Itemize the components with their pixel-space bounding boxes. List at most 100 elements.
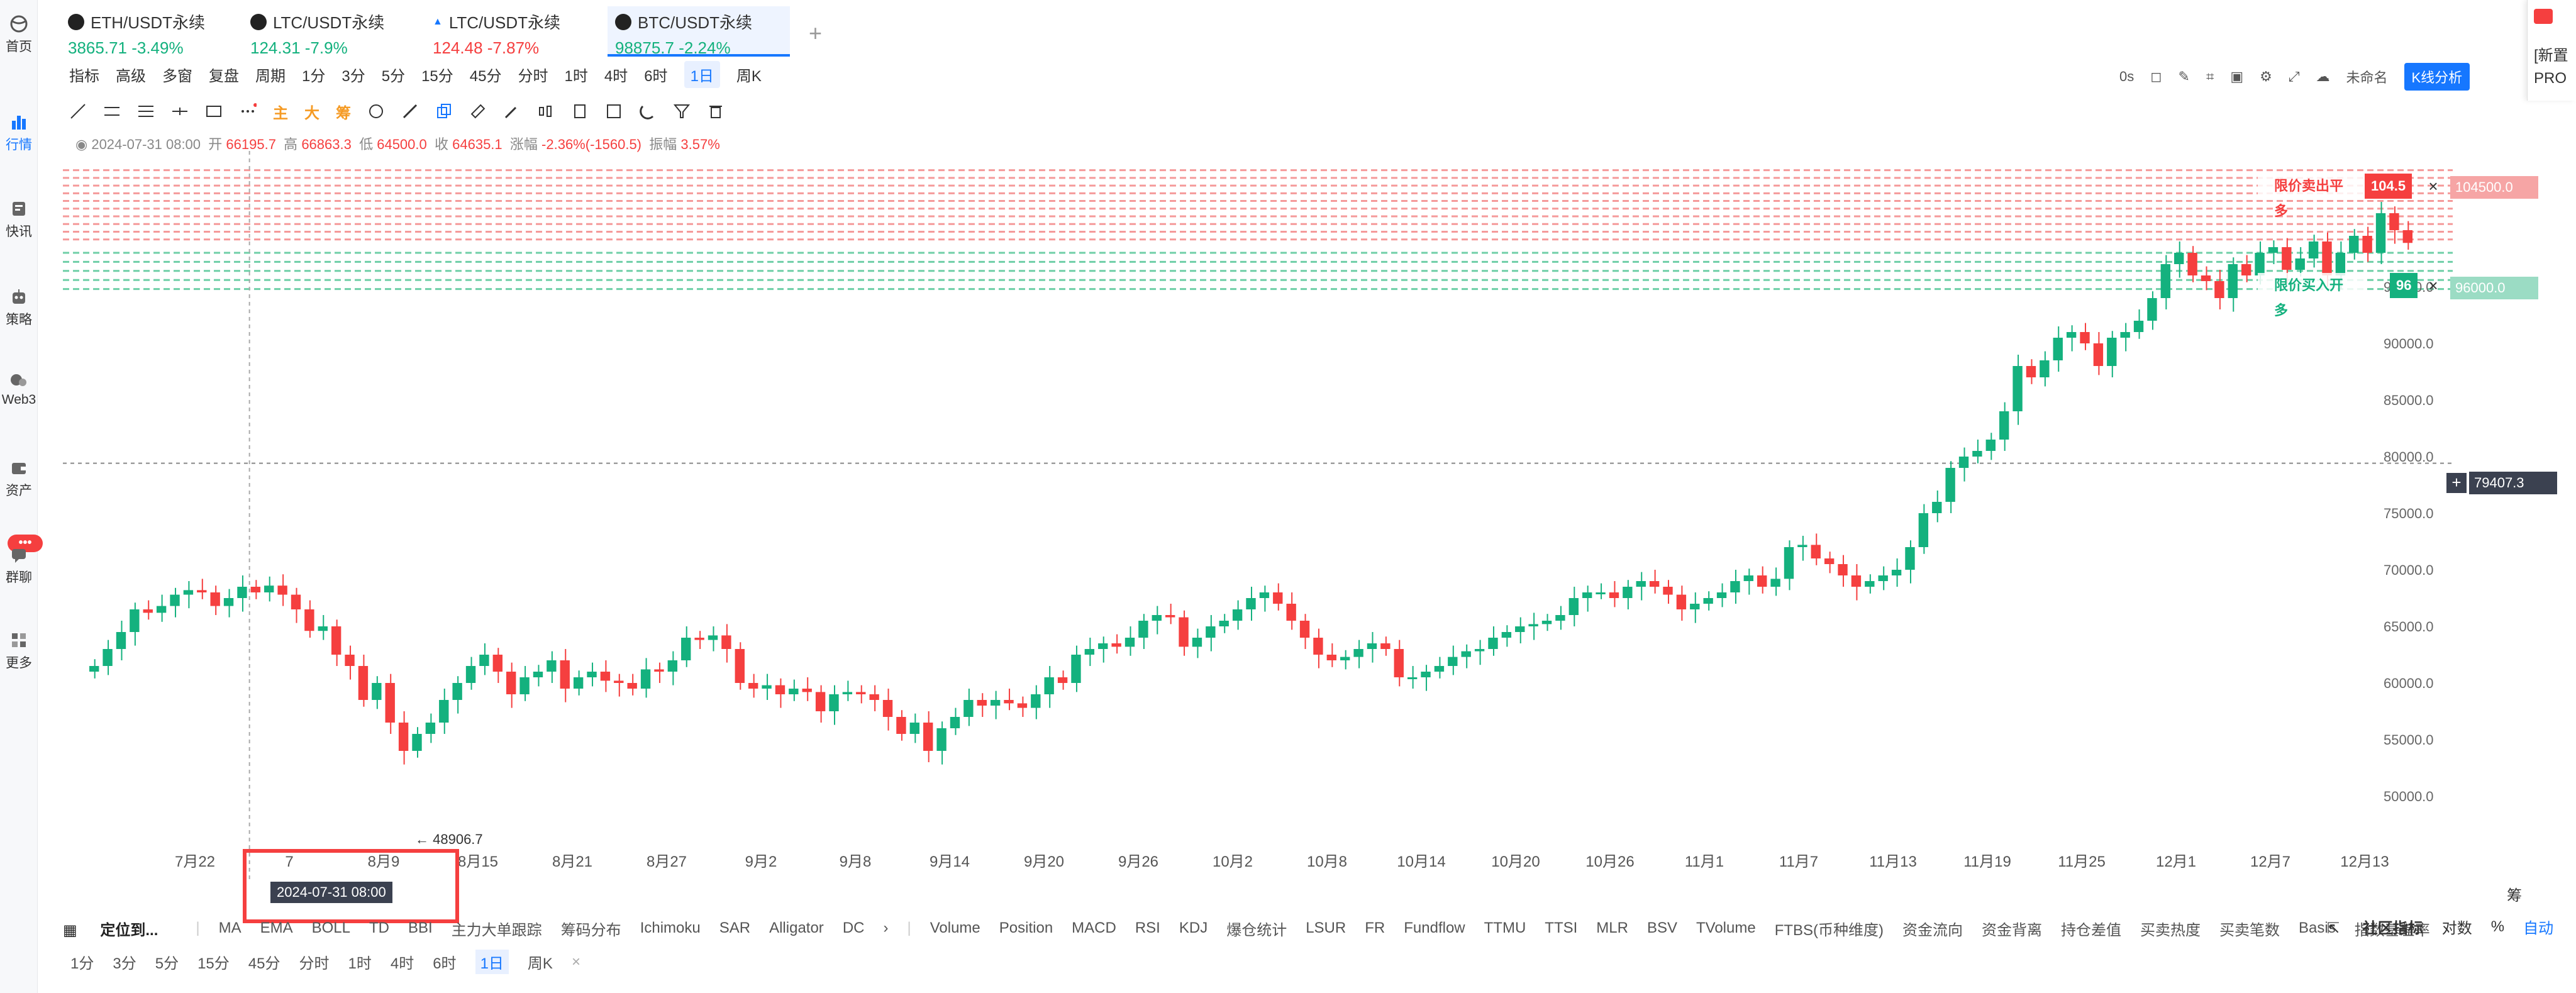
- ruler-icon[interactable]: [469, 103, 487, 120]
- unnamed-layout[interactable]: 未命名: [2346, 67, 2387, 87]
- sub-indicator[interactable]: LSUR: [1306, 919, 1346, 937]
- sub-indicator[interactable]: TVolume: [1696, 919, 1756, 937]
- toolbar-item[interactable]: 周期: [255, 64, 286, 86]
- add-tab-button[interactable]: +: [809, 20, 822, 47]
- sidebar-item-home[interactable]: 首页: [0, 15, 38, 55]
- big-toggle[interactable]: 大: [304, 101, 319, 123]
- sub-indicator[interactable]: MACD: [1072, 919, 1116, 937]
- channel-tool-icon[interactable]: [137, 103, 155, 120]
- sub-indicator[interactable]: KDJ: [1179, 919, 1208, 937]
- period-item[interactable]: 1分: [70, 951, 94, 973]
- sub-indicator[interactable]: 持仓差值: [2061, 918, 2121, 940]
- sub-indicator[interactable]: TTSI: [1545, 919, 1577, 937]
- eraser-icon[interactable]: [401, 103, 419, 120]
- toolbar-item[interactable]: 高级: [116, 64, 146, 86]
- sidebar-item-market[interactable]: 行情: [0, 113, 38, 153]
- main-indicator[interactable]: Alligator: [769, 919, 824, 937]
- sidebar-item-chat[interactable]: 群聊: [0, 546, 38, 586]
- period-item-selected[interactable]: 1日: [475, 950, 509, 974]
- edit-icon[interactable]: [605, 103, 623, 120]
- clipboard-icon[interactable]: [571, 103, 589, 120]
- sidebar-item-more[interactable]: 更多: [0, 631, 38, 672]
- sub-indicator[interactable]: FTBS(币种维度): [1775, 918, 1884, 940]
- main-indicator[interactable]: Ichimoku: [640, 919, 701, 937]
- candlestick-chart[interactable]: 50000.0 55000.0 60000.0 65000.0 70000.0 75000…: [63, 151, 2465, 880]
- toolbar-item[interactable]: 周K: [736, 64, 762, 86]
- settings-icon[interactable]: ⚙: [2260, 69, 2272, 85]
- cloud-icon[interactable]: ☁: [2316, 69, 2329, 85]
- community-indicator-button[interactable]: ⇱ 社区指标: [2327, 916, 2423, 938]
- chevron-right-icon[interactable]: ›: [883, 919, 888, 937]
- auto-toggle[interactable]: 自动: [2523, 916, 2553, 938]
- sub-indicator[interactable]: RSI: [1135, 919, 1160, 937]
- sub-indicator[interactable]: 资金背离: [1982, 918, 2042, 940]
- kline-analysis-button[interactable]: K线分析: [2404, 63, 2470, 91]
- toolbar-item[interactable]: 5分: [382, 64, 405, 86]
- cross-tool-icon[interactable]: [171, 103, 189, 120]
- sub-indicator[interactable]: Position: [999, 919, 1053, 937]
- toolbar-item-selected[interactable]: 1日: [684, 60, 720, 88]
- rect-tool-icon[interactable]: [205, 103, 223, 120]
- camera-icon[interactable]: ◻: [2150, 69, 2162, 85]
- candles-icon[interactable]: [537, 103, 555, 120]
- locate-button[interactable]: ▦ 定位到...: [63, 918, 177, 940]
- sidebar-item-strategy[interactable]: 策略: [0, 288, 38, 328]
- main-indicator[interactable]: TD: [369, 919, 389, 937]
- toolbar-item[interactable]: 1时: [564, 64, 587, 86]
- toolbar-item[interactable]: 15分: [421, 64, 453, 86]
- main-indicator[interactable]: SAR: [719, 919, 750, 937]
- period-item[interactable]: 周K: [528, 951, 553, 973]
- tab-ltc-1[interactable]: LTC/USDT永续 124.31 -7.9%: [243, 6, 419, 57]
- eye-icon[interactable]: ◉: [75, 136, 87, 152]
- fullscreen-icon[interactable]: ⤢: [2289, 69, 2300, 85]
- line-tool-icon[interactable]: [69, 103, 87, 120]
- hline-tool-icon[interactable]: [103, 103, 121, 120]
- percent-toggle[interactable]: %: [2491, 918, 2504, 936]
- toolbar-item[interactable]: 6时: [644, 64, 667, 86]
- main-indicator[interactable]: EMA: [260, 919, 293, 937]
- main-toggle[interactable]: 主: [273, 101, 288, 123]
- main-indicator[interactable]: BOLL: [312, 919, 350, 937]
- close-icon[interactable]: ×: [572, 953, 580, 971]
- refresh-icon[interactable]: [367, 103, 385, 120]
- sidebar-item-web3[interactable]: Web3: [0, 371, 38, 408]
- tab-eth[interactable]: ETH/USDT永续 3865.71 -3.49%: [60, 6, 236, 57]
- save-icon[interactable]: ▣: [2230, 69, 2243, 85]
- sub-indicator[interactable]: FR: [1365, 919, 1385, 937]
- copy-icon[interactable]: [435, 103, 453, 120]
- zero-s-label[interactable]: 0s: [2119, 69, 2134, 85]
- toolbar-item[interactable]: 指标: [69, 64, 99, 86]
- main-indicator[interactable]: BBI: [408, 919, 433, 937]
- toolbar-item[interactable]: 复盘: [209, 64, 239, 86]
- toolbar-item[interactable]: 分时: [518, 64, 548, 86]
- period-item[interactable]: 1时: [348, 951, 371, 973]
- sub-indicator[interactable]: 资金流向: [1902, 918, 1963, 940]
- period-item[interactable]: 5分: [155, 951, 179, 973]
- sub-indicator[interactable]: 买卖热度: [2140, 918, 2201, 940]
- sub-indicator[interactable]: BSV: [1647, 919, 1677, 937]
- toolbar-item[interactable]: 3分: [341, 64, 365, 86]
- toolbar-item[interactable]: 1分: [302, 64, 325, 86]
- close-icon[interactable]: ×: [2423, 273, 2444, 298]
- period-item[interactable]: 6时: [433, 951, 456, 973]
- sub-indicator[interactable]: 爆仓统计: [1226, 918, 1287, 940]
- chip-toggle[interactable]: 筹: [336, 101, 351, 123]
- log-toggle[interactable]: 对数: [2442, 916, 2472, 938]
- filter-icon[interactable]: [673, 103, 691, 120]
- brush-icon[interactable]: [503, 103, 521, 120]
- main-indicator[interactable]: MA: [219, 919, 242, 937]
- sidebar-item-news[interactable]: 快讯: [0, 200, 38, 240]
- period-item[interactable]: 分时: [299, 951, 329, 973]
- period-item[interactable]: 45分: [248, 951, 280, 973]
- pen-icon[interactable]: ✎: [2179, 69, 2190, 85]
- trash-icon[interactable]: [707, 103, 724, 120]
- toolbar-item[interactable]: 多窗: [162, 64, 192, 86]
- period-item[interactable]: 15分: [197, 951, 230, 973]
- close-icon[interactable]: ×: [2423, 174, 2444, 199]
- more-tool-icon[interactable]: [239, 103, 257, 120]
- add-alert-button[interactable]: +: [2446, 473, 2467, 493]
- period-item[interactable]: 3分: [113, 951, 136, 973]
- sidebar-item-assets[interactable]: 资产: [0, 459, 38, 499]
- tab-ltc-2[interactable]: ▲ LTC/USDT永续 124.48 -7.87%: [425, 6, 601, 57]
- sub-indicator[interactable]: Fundflow: [1404, 919, 1465, 937]
